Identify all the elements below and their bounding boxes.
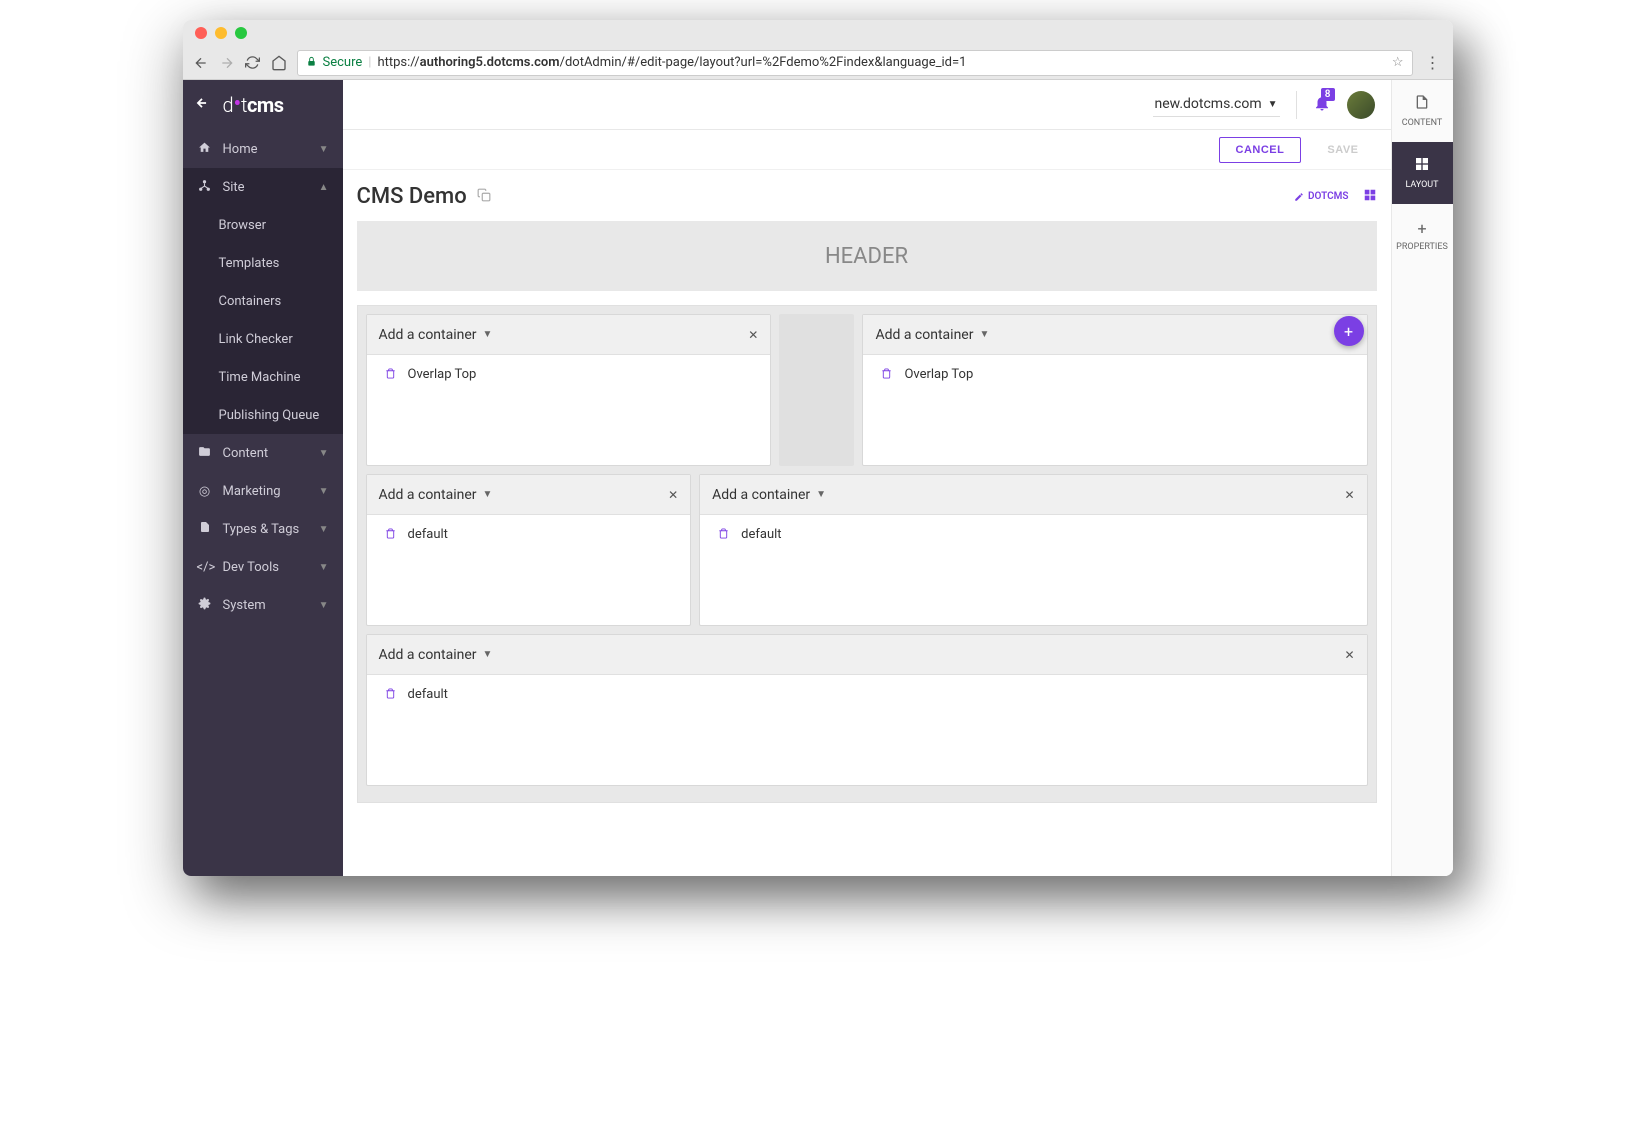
chevron-down-icon: ▼ xyxy=(979,329,989,340)
sidebar-back-icon[interactable] xyxy=(195,96,209,114)
document-icon xyxy=(1414,94,1430,114)
sidebar-item-devtools[interactable]: </> Dev Tools ▼ xyxy=(183,548,343,586)
container-dropdown[interactable]: Add a container ▼ ✕ xyxy=(367,475,691,515)
tab-content[interactable]: CONTENT xyxy=(1392,80,1453,142)
theme-selector[interactable]: DOTCMS xyxy=(1294,191,1349,202)
container-item: default xyxy=(385,527,673,542)
chevron-down-icon: ▼ xyxy=(483,329,493,340)
sidebar-sub-linkchecker[interactable]: Link Checker xyxy=(183,320,343,358)
chevron-down-icon: ▼ xyxy=(1268,99,1278,110)
home-icon[interactable] xyxy=(271,55,287,71)
layout-icon xyxy=(1414,156,1430,176)
trash-icon[interactable] xyxy=(881,368,892,382)
remove-column-icon[interactable]: ✕ xyxy=(1344,648,1354,662)
chevron-down-icon: ▼ xyxy=(483,489,493,500)
sidebar-sub-containers[interactable]: Containers xyxy=(183,282,343,320)
grid-view-icon[interactable] xyxy=(1363,187,1377,206)
trash-icon[interactable] xyxy=(385,368,396,382)
add-row-fab[interactable]: + xyxy=(1334,316,1364,346)
chevron-up-icon: ▲ xyxy=(319,182,329,193)
container-dropdown[interactable]: Add a container ▼ ✕ xyxy=(700,475,1366,515)
sidebar-item-site[interactable]: Site ▲ xyxy=(183,168,343,206)
sidebar-item-home[interactable]: Home ▼ xyxy=(183,130,343,168)
chevron-down-icon: ▼ xyxy=(483,649,493,660)
tab-layout[interactable]: LAYOUT xyxy=(1392,142,1453,204)
maximize-window-button[interactable] xyxy=(235,27,247,39)
window-titlebar xyxy=(183,20,1453,46)
logo: d•tcms xyxy=(223,93,284,117)
trash-icon[interactable] xyxy=(385,528,396,542)
address-bar[interactable]: Secure | https://authoring5.dotcms.com/d… xyxy=(297,50,1413,76)
page-title: CMS Demo xyxy=(357,184,467,209)
sitemap-icon xyxy=(197,179,213,196)
domain-dropdown[interactable]: new.dotcms.com ▼ xyxy=(1153,92,1280,117)
copy-icon[interactable] xyxy=(477,188,491,206)
container-dropdown[interactable]: Add a container ▼ ✕ xyxy=(367,315,771,355)
star-icon[interactable]: ☆ xyxy=(1392,55,1404,70)
sidebar-sub-templates[interactable]: Templates xyxy=(183,244,343,282)
sidebar-item-label: Marketing xyxy=(223,484,281,499)
sidebar: d•tcms Home ▼ Site ▲ Browser Templates C… xyxy=(183,80,343,876)
chevron-down-icon: ▼ xyxy=(319,524,329,535)
save-button: SAVE xyxy=(1311,138,1374,162)
tab-properties[interactable]: + PROPERTIES xyxy=(1392,204,1453,266)
file-icon xyxy=(197,521,213,537)
layout-canvas: + Add a container ▼ ✕ xyxy=(357,305,1377,803)
sidebar-sub-browser[interactable]: Browser xyxy=(183,206,343,244)
avatar[interactable] xyxy=(1347,91,1375,119)
back-icon[interactable] xyxy=(193,55,209,71)
remove-column-icon[interactable]: ✕ xyxy=(668,488,678,502)
right-tabs: CONTENT LAYOUT + PROPERTIES xyxy=(1391,80,1453,876)
chevron-down-icon: ▼ xyxy=(319,448,329,459)
sidebar-sub-timemachine[interactable]: Time Machine xyxy=(183,358,343,396)
sidebar-item-label: Content xyxy=(223,446,269,461)
sidebar-item-label: Site xyxy=(223,180,245,195)
container-item: Overlap Top xyxy=(881,367,1348,382)
trash-icon[interactable] xyxy=(718,528,729,542)
chevron-down-icon: ▼ xyxy=(319,144,329,155)
sidebar-item-marketing[interactable]: ◎ Marketing ▼ xyxy=(183,472,343,510)
gear-icon xyxy=(197,597,213,614)
container-dropdown[interactable]: Add a container ▼ ✕ xyxy=(863,315,1366,355)
forward-icon xyxy=(219,55,235,71)
sidebar-item-content[interactable]: Content ▼ xyxy=(183,434,343,472)
container-item: Overlap Top xyxy=(385,367,753,382)
notification-badge: 8 xyxy=(1321,88,1335,101)
sidebar-item-types[interactable]: Types & Tags ▼ xyxy=(183,510,343,548)
chevron-down-icon: ▼ xyxy=(319,600,329,611)
home-icon xyxy=(197,141,213,158)
sidebar-item-label: Home xyxy=(223,142,258,157)
close-window-button[interactable] xyxy=(195,27,207,39)
plus-icon: + xyxy=(1417,219,1426,238)
notification-icon[interactable]: 8 xyxy=(1313,94,1331,116)
secure-label: Secure xyxy=(323,55,363,70)
chevron-down-icon: ▼ xyxy=(319,562,329,573)
container-item: default xyxy=(385,687,1349,702)
remove-column-icon[interactable]: ✕ xyxy=(748,328,758,342)
cancel-button[interactable]: CANCEL xyxy=(1219,137,1302,163)
sidebar-item-label: Types & Tags xyxy=(223,522,300,537)
folder-icon xyxy=(197,445,213,462)
template-header: HEADER xyxy=(357,221,1377,291)
container-item: default xyxy=(718,527,1348,542)
container-dropdown[interactable]: Add a container ▼ ✕ xyxy=(367,635,1367,675)
remove-column-icon[interactable]: ✕ xyxy=(1344,488,1354,502)
sidebar-item-label: System xyxy=(223,598,266,613)
minimize-window-button[interactable] xyxy=(215,27,227,39)
chevron-down-icon: ▼ xyxy=(319,486,329,497)
trash-icon[interactable] xyxy=(385,688,396,702)
code-icon: </> xyxy=(197,560,213,575)
url-text: https://authoring5.dotcms.com/dotAdmin/#… xyxy=(377,55,966,70)
sidebar-item-system[interactable]: System ▼ xyxy=(183,586,343,624)
sidebar-sub-publishing[interactable]: Publishing Queue xyxy=(183,396,343,434)
lock-icon xyxy=(306,56,317,70)
chevron-down-icon: ▼ xyxy=(816,489,826,500)
target-icon: ◎ xyxy=(197,484,213,499)
reload-icon[interactable] xyxy=(245,55,261,71)
sidebar-item-label: Dev Tools xyxy=(223,560,279,575)
browser-menu-icon[interactable]: ⋮ xyxy=(1423,53,1443,72)
